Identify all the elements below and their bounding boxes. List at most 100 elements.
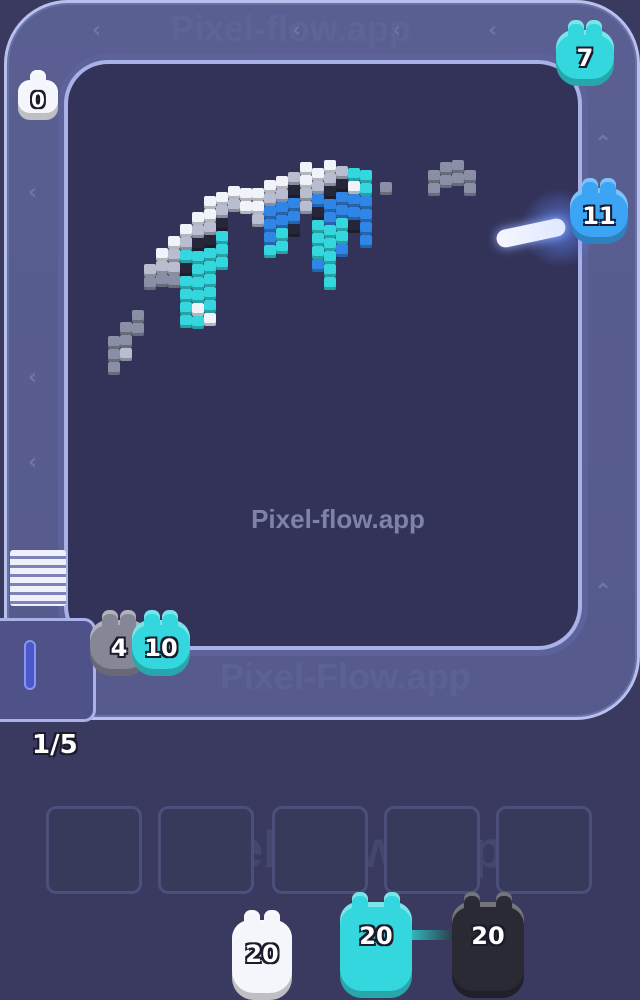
bench-slot[interactable] (158, 806, 254, 894)
pixel-block (300, 175, 312, 188)
pixel-block (312, 168, 324, 181)
pixel-block (312, 220, 324, 233)
track-watermark: Pixel-flow.app (170, 8, 411, 49)
pixel-block (276, 176, 288, 189)
track-arrow-icon: ‹ (488, 18, 498, 43)
pixel-block (144, 277, 156, 290)
pixel-block (108, 362, 120, 375)
pixel-board (78, 78, 568, 638)
pixel-block (324, 277, 336, 290)
bench-slot[interactable] (46, 806, 142, 894)
pixel-block (156, 248, 168, 261)
pixel-block (300, 201, 312, 214)
pixel-block (204, 248, 216, 261)
pixel-block (120, 335, 132, 348)
dock-slot (24, 640, 36, 690)
reserve-shooter[interactable]: 20 (452, 892, 524, 998)
pixel-block (192, 238, 204, 251)
pixel-block (168, 262, 180, 275)
launch-dock (0, 618, 96, 722)
pixel-block (336, 179, 348, 192)
pixel-block (276, 202, 288, 215)
pixel-block (192, 225, 204, 238)
pixel-block (180, 263, 192, 276)
pixel-block (288, 172, 300, 185)
bench-slot[interactable] (272, 806, 368, 894)
pixel-block (312, 207, 324, 220)
pixel-block (336, 166, 348, 179)
shooter-ammo: 20 (245, 940, 279, 968)
pixel-block (264, 180, 276, 193)
pixel-block (192, 277, 204, 290)
pixel-block (216, 192, 228, 205)
pixel-block (324, 186, 336, 199)
pixel-block (216, 231, 228, 244)
pixel-block (440, 162, 452, 175)
pixel-block (168, 249, 180, 262)
pixel-block (348, 220, 360, 233)
pixel-block (204, 235, 216, 248)
pixel-block (168, 236, 180, 249)
pixel-block (192, 290, 204, 303)
pixel-block (348, 168, 360, 181)
pixel-block (156, 261, 168, 274)
reserve-shooter[interactable]: 20 (232, 910, 292, 1000)
shooter-ammo: 20 (471, 922, 505, 950)
track-shooter[interactable]: 11 (570, 178, 628, 244)
track-arrow-icon: ‹ (28, 180, 38, 205)
pixel-block (324, 212, 336, 225)
pixel-block (464, 170, 476, 183)
pixel-block (288, 224, 300, 237)
shooter-ammo: 11 (582, 202, 616, 230)
pixel-block (204, 209, 216, 222)
pixel-block (276, 241, 288, 254)
pixel-block (276, 228, 288, 241)
pixel-block (336, 231, 348, 244)
pixel-block (452, 160, 464, 173)
pixel-block (360, 183, 372, 196)
track-shooter[interactable]: 0 (18, 70, 58, 120)
queued-shooter[interactable]: 10 (132, 610, 190, 676)
bench-slot[interactable] (384, 806, 480, 894)
pixel-block (132, 310, 144, 323)
pixel-block (252, 201, 264, 214)
track-shooter[interactable]: 7 (556, 20, 614, 86)
pixel-block (204, 287, 216, 300)
pixel-block (204, 313, 216, 326)
pixel-block (180, 276, 192, 289)
shooter-ammo: 0 (31, 88, 45, 112)
pixel-block (324, 225, 336, 238)
pixel-block (348, 207, 360, 220)
pixel-block (336, 218, 348, 231)
pixel-block (312, 259, 324, 272)
pixel-block (324, 199, 336, 212)
pixel-block (180, 224, 192, 237)
pixel-block (336, 244, 348, 257)
pixel-block (132, 323, 144, 336)
pixel-block (180, 289, 192, 302)
pixel-block (312, 246, 324, 259)
bench-slot[interactable] (496, 806, 592, 894)
pixel-block (156, 274, 168, 287)
pixel-block (108, 336, 120, 349)
pixel-block (324, 173, 336, 186)
pixel-block (216, 244, 228, 257)
game-screen: ‹ ‹ ‹ ‹ ‹ ‹ ‹ ⌃ ⌃ Pixel-flow.app Pixel-F… (0, 0, 640, 1000)
pixel-block (204, 196, 216, 209)
pixel-block (204, 222, 216, 235)
reserve-shooter[interactable]: 20 (340, 892, 412, 998)
pixel-block (300, 162, 312, 175)
track-arrow-icon: ‹ (92, 18, 102, 43)
pixel-block (360, 222, 372, 235)
pixel-block (312, 194, 324, 207)
pixel-block (120, 348, 132, 361)
pixel-block (336, 205, 348, 218)
pixel-block (264, 232, 276, 245)
pixel-block (464, 183, 476, 196)
pixel-block (216, 218, 228, 231)
pixel-block (380, 182, 392, 195)
pixel-block (288, 198, 300, 211)
track-arrow-icon: ‹ (28, 450, 38, 475)
pixel-block (300, 188, 312, 201)
pixel-block (324, 160, 336, 173)
